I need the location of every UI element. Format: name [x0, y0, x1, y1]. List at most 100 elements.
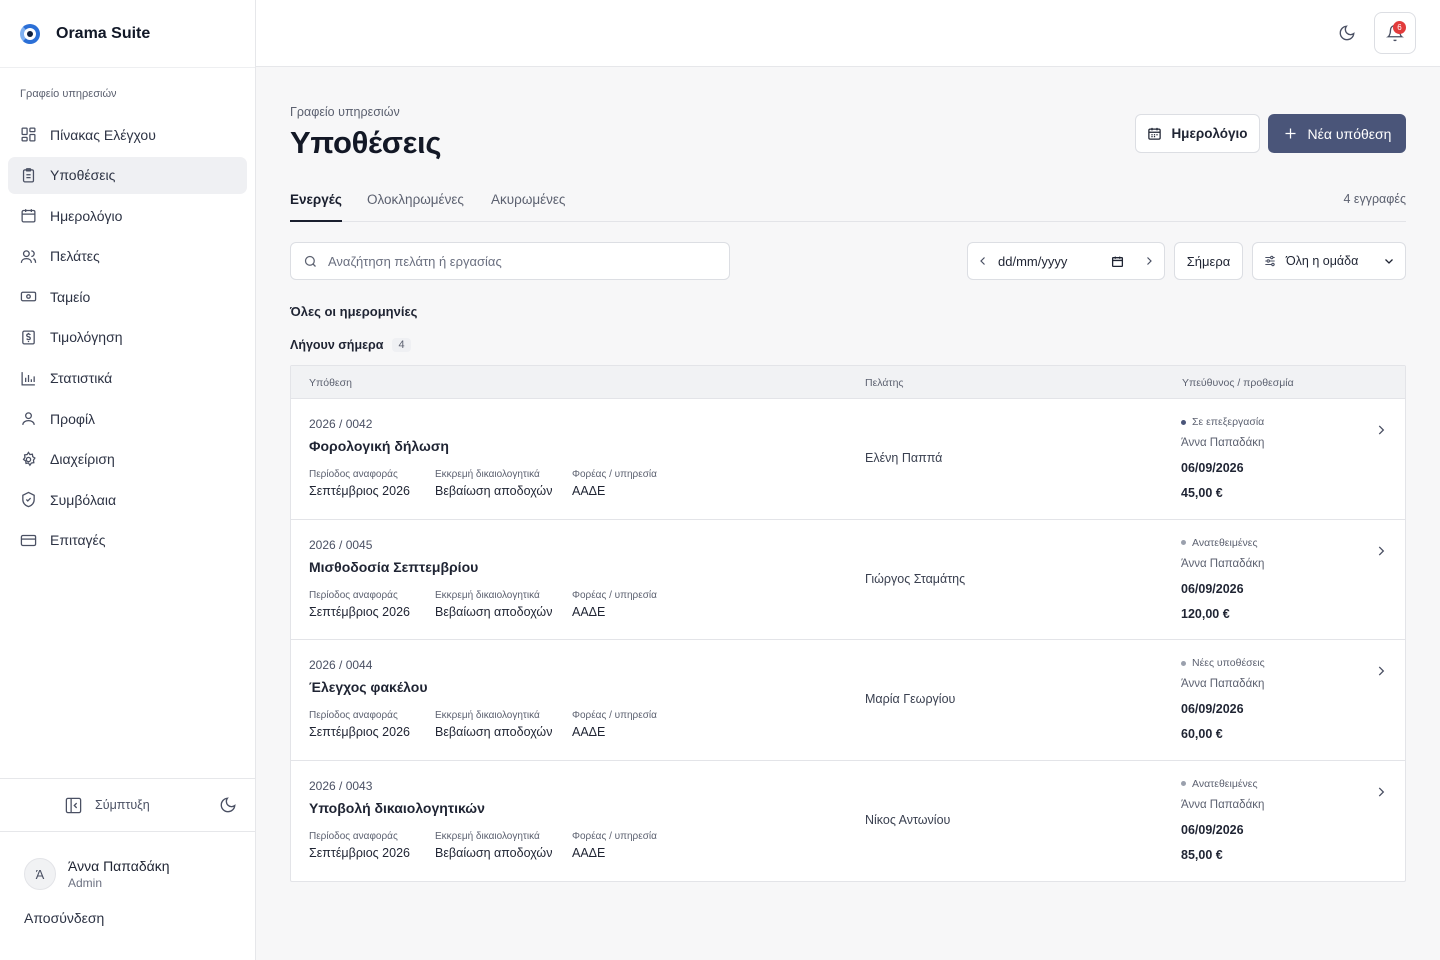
case-amount: 120,00 € — [1181, 606, 1230, 621]
logout-link[interactable]: Αποσύνδεση — [0, 890, 255, 926]
credit-card-icon — [20, 532, 37, 549]
notifications-button[interactable]: 6 — [1374, 12, 1416, 54]
sidebar-footer: Σύμπτυξη Ά Άννα Παπαδάκη Admin Αποσύνδεσ… — [0, 778, 255, 926]
tab-completed[interactable]: Ολοκληρωμένες — [367, 192, 464, 222]
status-badge: Νέες υποθέσεις — [1181, 657, 1265, 669]
sidebar-item-invoicing[interactable]: Τιμολόγηση — [8, 319, 247, 356]
tab-active[interactable]: Ενεργές — [290, 192, 342, 222]
sidebar-item-calendar[interactable]: Ημερολόγιο — [8, 197, 247, 234]
table-row[interactable]: 2026 / 0043 Υποβολή δικαιολογητικών Περί… — [291, 761, 1405, 882]
chevron-left-icon — [980, 257, 985, 265]
breadcrumb[interactable]: Γραφείο υπηρεσιών — [290, 105, 400, 119]
status-label: Ανατεθειμένες — [1192, 536, 1258, 549]
table-header: Υπόθεση Πελάτης Υπεύθυνος / προθεσμία — [291, 366, 1405, 399]
sidebar-item-label: Προφίλ — [50, 410, 96, 427]
due-today-count: 4 — [392, 338, 411, 352]
user-info: Άννα Παπαδάκη Admin — [68, 858, 170, 890]
table-row[interactable]: 2026 / 0042 Φορολογική δήλωση Περίοδος α… — [291, 399, 1405, 520]
topbar: 6 — [256, 0, 1440, 67]
meta-label: Φορέας / υπηρεσία — [572, 589, 657, 601]
chevron-right-icon[interactable] — [1374, 785, 1388, 799]
sidebar-item-dashboard[interactable]: Πίνακας Ελέγχου — [8, 116, 247, 153]
status-label: Σε επεξεργασία — [1192, 416, 1265, 428]
user-profile[interactable]: Ά Άννα Παπαδάκη Admin — [0, 832, 255, 890]
table-row[interactable]: 2026 / 0044 Έλεγχος φακέλου Περίοδος ανα… — [291, 640, 1405, 761]
sidebar-item-label: Ημερολόγιο — [50, 207, 123, 224]
search-box[interactable] — [290, 242, 730, 280]
client-name: Νίκος Αντωνίου — [865, 812, 951, 827]
sliders-icon — [1265, 255, 1275, 267]
case-number: 2026 / 0042 — [309, 417, 373, 431]
calendar-button[interactable]: Ημερολόγιο — [1135, 114, 1260, 153]
sidebar-collapse-icon — [65, 797, 82, 813]
case-pending-docs: Εκκρεμή δικαιολογητικά Βεβαίωση αποδοχών — [435, 469, 552, 498]
theme-toggle[interactable] — [1338, 24, 1356, 42]
owner-name: Άννα Παπαδάκη — [1181, 557, 1265, 570]
case-amount: 85,00 € — [1181, 847, 1223, 862]
previous-date-button[interactable] — [968, 255, 998, 267]
case-agency: Φορέας / υπηρεσία ΑΑΔΕ — [572, 831, 657, 860]
bar-chart-icon — [20, 370, 37, 387]
sidebar-item-cheques[interactable]: Επιταγές — [8, 522, 247, 559]
sidebar-item-contracts[interactable]: Συμβόλαια — [8, 481, 247, 518]
calendar-icon — [20, 207, 37, 224]
new-case-button[interactable]: Νέα υπόθεση — [1268, 114, 1406, 153]
chevron-right-icon[interactable] — [1374, 423, 1388, 437]
chevron-right-icon — [1147, 257, 1152, 265]
theme-toggle-sidebar[interactable] — [219, 796, 237, 814]
sidebar-item-label: Επιταγές — [50, 532, 106, 549]
meta-label: Εκκρεμή δικαιολογητικά — [435, 589, 540, 601]
case-number: 2026 / 0045 — [309, 537, 373, 552]
meta-label: Περίοδος αναφοράς — [309, 710, 398, 721]
sidebar-item-clients[interactable]: Πελάτες — [8, 238, 247, 275]
sidebar-item-cashier[interactable]: Ταμείο — [8, 278, 247, 315]
client-name: Ελένη Παππά — [865, 451, 943, 465]
meta-label: Εκκρεμή δικαιολογητικά — [435, 830, 540, 842]
meta-value: Βεβαίωση αποδοχών — [435, 484, 553, 498]
search-icon — [304, 255, 316, 267]
search-input[interactable] — [328, 253, 708, 269]
due-today-label: Λήγουν σήμερα — [290, 338, 384, 352]
next-date-button[interactable] — [1134, 255, 1164, 267]
deadline-date: 06/09/2026 — [1181, 822, 1244, 837]
record-count: 4 εγγραφές — [1343, 192, 1406, 206]
chevron-right-icon[interactable] — [1374, 664, 1388, 678]
sidebar-item-management[interactable]: Διαχείριση — [8, 441, 247, 478]
meta-value: Σεπτέμβριος 2026 — [309, 484, 410, 498]
tab-cancelled[interactable]: Ακυρωμένες — [491, 192, 565, 222]
status-badge: Σε επεξεργασία — [1181, 416, 1264, 428]
avatar: Ά — [24, 858, 56, 890]
sidebar-item-label: Τιμολόγηση — [50, 329, 123, 346]
user-icon — [20, 410, 37, 427]
today-button[interactable]: Σήμερα — [1174, 242, 1243, 280]
meta-label: Εκκρεμή δικαιολογητικά — [435, 710, 540, 721]
table-row[interactable]: 2026 / 0045 Μισθοδοσία Σεπτεμβρίου Περίο… — [291, 520, 1405, 640]
calendar-button-label: Ημερολόγιο — [1171, 126, 1248, 141]
owner-name: Άννα Παπαδάκη — [1181, 798, 1265, 811]
sidebar-item-profile[interactable]: Προφίλ — [8, 400, 247, 437]
deadline-date: 06/09/2026 — [1181, 702, 1244, 716]
case-number: 2026 / 0043 — [309, 778, 373, 793]
case-title: Υποβολή δικαιολογητικών — [309, 799, 485, 816]
meta-value: ΑΑΔΕ — [572, 604, 606, 619]
client-name: Γιώργος Σταμάτης — [865, 571, 966, 586]
invoice-icon — [20, 329, 37, 346]
case-title: Φορολογική δήλωση — [309, 438, 449, 454]
sidebar-item-cases[interactable]: Υποθέσεις — [8, 156, 247, 194]
meta-value: ΑΑΔΕ — [572, 484, 606, 498]
team-filter-select[interactable]: Όλη η ομάδα — [1252, 242, 1406, 280]
sidebar-item-statistics[interactable]: Στατιστικά — [8, 360, 247, 397]
date-picker-icon[interactable] — [1111, 255, 1124, 268]
date-input[interactable]: dd/mm/yyyy — [998, 254, 1134, 269]
collapse-sidebar-button[interactable]: Σύμπτυξη — [64, 796, 150, 815]
brand[interactable]: Orama Suite — [0, 0, 255, 68]
page-title: Υποθέσεις — [290, 125, 442, 160]
chevron-right-icon[interactable] — [1374, 544, 1388, 558]
meta-value: ΑΑΔΕ — [572, 845, 606, 860]
status-dot — [1181, 781, 1186, 786]
orama-logo-icon — [20, 23, 40, 44]
status-badge: Ανατεθειμένες — [1181, 537, 1258, 549]
case-amount: 45,00 € — [1181, 486, 1223, 500]
due-today-heading: Λήγουν σήμερα 4 — [290, 338, 411, 352]
meta-value: Σεπτέμβριος 2026 — [309, 604, 410, 619]
